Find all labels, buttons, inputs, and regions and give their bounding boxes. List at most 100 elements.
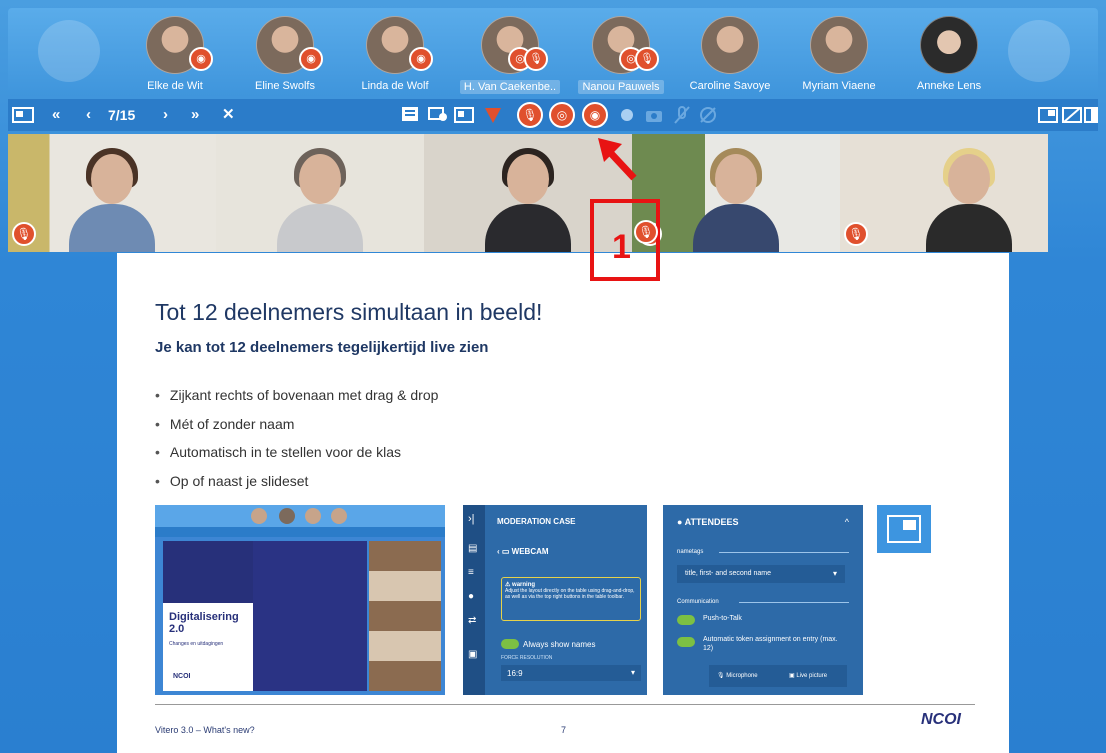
prev-slide-button[interactable]: ‹ (86, 99, 91, 131)
photo-camera-icon[interactable] (644, 105, 664, 125)
video-tile[interactable]: 🎙 (840, 134, 1048, 252)
ncoi-logo: NCOI (921, 711, 961, 728)
pointer-icon[interactable] (483, 105, 503, 125)
layout-icon[interactable] (454, 105, 474, 125)
page-indicator: 7/15 (108, 107, 136, 123)
swap-icon: ⇄ (468, 615, 477, 626)
presentation-slide: Tot 12 deelnemers simultaan in beeld! Je… (117, 253, 1009, 753)
toggle-switch (501, 639, 519, 649)
avatar: ◎ 🎙 (592, 16, 659, 74)
warning-text: Adjust the layout directly on the table … (505, 588, 635, 600)
resolution-select: 16:9 ▾ (501, 665, 641, 681)
screen-share-icon[interactable] (428, 105, 448, 125)
participant-tile[interactable]: ◉ Elke de Wit (120, 16, 230, 92)
video-tile[interactable]: 🎙 (8, 134, 216, 252)
whiteboard-icon[interactable] (400, 105, 420, 125)
participant-name: H. Van Caekenbe.. (459, 80, 561, 94)
bullet-item: Op of naast je slideset (155, 473, 438, 502)
toggle-label: Automatic token assignment on entry (max… (703, 636, 838, 652)
camera-toggle-icon[interactable]: ◉ (582, 102, 608, 128)
participant-name: Eline Swolfs (255, 80, 315, 92)
participant-tile[interactable]: Anneke Lens (894, 16, 1004, 92)
section-label: WEBCAM (511, 547, 549, 556)
microphone-icon: 🎙 (844, 222, 868, 246)
webcam-off-icon[interactable] (698, 105, 718, 125)
panel-header: ● ATTENDEES (677, 517, 739, 527)
avatar (701, 16, 759, 74)
webcam-icon[interactable]: ◎ (549, 102, 575, 128)
mini-participant-bar (155, 505, 445, 527)
side-panel-icon[interactable] (1084, 105, 1098, 125)
bullet-item: Zijkant rechts of bovenaan met drag & dr… (155, 387, 438, 416)
nametags-select: title, first- and second name ▾ (677, 565, 845, 583)
next-slide-button[interactable]: › (163, 99, 168, 131)
close-icon[interactable]: ✕ (222, 99, 235, 131)
participant-video (485, 148, 571, 252)
slide-page-number: 7 (561, 725, 567, 735)
empty-seat (1008, 20, 1070, 82)
participant-video (925, 148, 1012, 252)
first-slide-button[interactable]: « (52, 99, 60, 131)
avatar: ◉ (146, 16, 213, 74)
screenshot-attendees: ● ATTENDEES ^ nametags title, first- and… (663, 505, 863, 695)
screenshot-vitero-layout: Digitalisering 2.0 Changes en uitdaginge… (155, 505, 445, 695)
video-tile[interactable]: 🎙 (632, 134, 840, 252)
presentation-toolbar: « ‹ 7/15 › » ✕ 🎙 ◎ ◉ (8, 99, 1098, 131)
microphone-icon: 🎙 (524, 47, 548, 71)
microphone-icon: ◉ (189, 47, 213, 71)
media-button-group: 🎙 Microphone ▣ Live picture (709, 665, 847, 687)
collapse-icon: ›| (468, 513, 475, 525)
toggle-label: Push-to-Talk (703, 615, 742, 622)
participant-tile[interactable]: ◉ Linda de Wolf (340, 16, 450, 92)
live-picture-button: ▣ Live picture (789, 673, 828, 679)
hide-video-icon[interactable] (1062, 105, 1082, 125)
participant-tile[interactable]: Caroline Savoye (675, 16, 785, 92)
participant-tile[interactable]: Myriam Viaene (784, 16, 894, 92)
bullet-item: Mét of zonder naam (155, 416, 438, 445)
screenshot-layout-button (877, 505, 931, 553)
force-label: FORCE RESOLUTION (501, 655, 553, 661)
microphone-icon: ◉ (299, 47, 323, 71)
footer-divider (155, 704, 975, 705)
nametags-label: nametags (677, 549, 704, 555)
mini-slide-subtitle: Changes en uitdagingen (169, 641, 224, 647)
slide-title: Tot 12 deelnemers simultaan in beeld! (155, 299, 543, 325)
warning-box: ⚠ warning Adjust the layout directly on … (501, 577, 641, 621)
mic-off-icon[interactable] (672, 105, 692, 125)
bullet-item: Automatisch in te stellen voor de klas (155, 444, 438, 473)
mini-slide-title: Digitalisering 2.0 (169, 611, 239, 635)
participant-tile[interactable]: ◎ 🎙 Nanou Pauwels (566, 16, 676, 95)
slide-subtitle: Je kan tot 12 deelnemers tegelijkertijd … (155, 339, 489, 356)
chevron-down-icon: ▾ (630, 668, 635, 677)
slide-panel-icon[interactable] (12, 105, 34, 125)
annotation-arrow-icon (598, 138, 637, 181)
toggle-switch (677, 637, 695, 647)
microphone-label: Microphone (726, 673, 758, 679)
participant-name: Linda de Wolf (361, 80, 429, 92)
annotation-number: 1 (612, 228, 631, 266)
participant-tile[interactable]: ◎ 🎙 H. Van Caekenbe.. (455, 16, 565, 95)
toggle-label: Always show names (523, 640, 596, 649)
ncoi-logo: NCOI (173, 673, 191, 680)
participant-strip: ◉ Elke de Wit ◉ Eline Swolfs ◉ Linda de … (8, 8, 1098, 96)
attendees-header: ATTENDEES (684, 517, 739, 527)
window-layout-icon[interactable] (1038, 105, 1058, 125)
last-slide-button[interactable]: » (191, 99, 199, 131)
participant-video (693, 148, 779, 252)
section-title: ‹ ▭ WEBCAM (497, 547, 549, 556)
microphone-icon: 🎙 (635, 47, 659, 71)
footer-title: Vitero 3.0 – What's new? (155, 725, 255, 735)
screenshot-moderation-case: ›| ▤ ≡ ● ⇄ ▣ MODERATION CASE ‹ ▭ WEBCAM … (463, 505, 647, 695)
microphone-icon: ◉ (409, 47, 433, 71)
brightness-icon[interactable] (617, 105, 637, 125)
participant-name: Elke de Wit (147, 80, 203, 92)
participant-name: Nanou Pauwels (578, 80, 664, 94)
mini-slide: Digitalisering 2.0 Changes en uitdaginge… (163, 541, 367, 691)
panel-header: MODERATION CASE (497, 517, 576, 526)
participant-tile[interactable]: ◉ Eline Swolfs (230, 16, 340, 92)
avatar: ◉ (366, 16, 433, 74)
mini-video-column (369, 541, 441, 691)
microphone-icon[interactable]: 🎙 (517, 102, 543, 128)
video-tile[interactable] (216, 134, 424, 252)
empty-seat (38, 20, 100, 82)
